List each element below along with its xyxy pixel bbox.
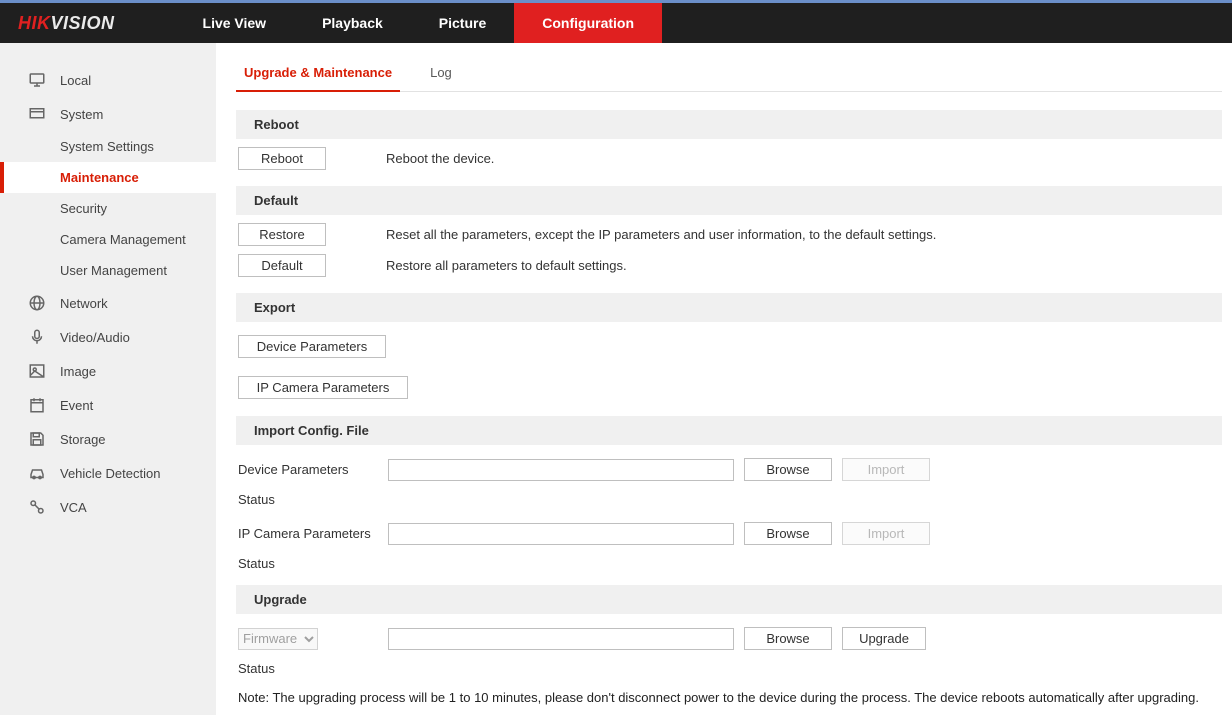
- sidebar-item-vca[interactable]: VCA: [0, 490, 216, 524]
- car-icon: [28, 464, 46, 482]
- section-upgrade-title: Upgrade: [236, 585, 1222, 614]
- sidebar-item-label: Storage: [60, 432, 106, 447]
- sidebar-sub-user-management[interactable]: User Management: [0, 255, 216, 286]
- header: HIK VISION Live View Playback Picture Co…: [0, 3, 1232, 43]
- sidebar-sub-maintenance[interactable]: Maintenance: [0, 162, 216, 193]
- globe-icon: [28, 294, 46, 312]
- import-ipcam-status-label: Status: [236, 550, 1222, 573]
- image-icon: [28, 362, 46, 380]
- sidebar-item-label: Video/Audio: [60, 330, 130, 345]
- nav-playback[interactable]: Playback: [294, 3, 411, 43]
- upgrade-browse-button[interactable]: Browse: [744, 627, 832, 650]
- nav-picture[interactable]: Picture: [411, 3, 514, 43]
- panel: Reboot Reboot Reboot the device. Default…: [236, 110, 1222, 705]
- import-ipcam-import-button[interactable]: Import: [842, 522, 930, 545]
- sidebar-item-image[interactable]: Image: [0, 354, 216, 388]
- section-import-title: Import Config. File: [236, 416, 1222, 445]
- import-device-import-button[interactable]: Import: [842, 458, 930, 481]
- sidebar-item-system[interactable]: System: [0, 97, 216, 131]
- import-ipcam-params-label: IP Camera Parameters: [238, 526, 388, 541]
- upgrade-path-input[interactable]: [388, 628, 734, 650]
- sidebar-item-label: Local: [60, 73, 91, 88]
- reboot-button[interactable]: Reboot: [238, 147, 326, 170]
- logo-part2: VISION: [51, 13, 115, 34]
- tab-upgrade-maintenance[interactable]: Upgrade & Maintenance: [236, 59, 400, 92]
- tabs: Upgrade & Maintenance Log: [236, 59, 1222, 92]
- import-device-browse-button[interactable]: Browse: [744, 458, 832, 481]
- import-ipcam-browse-button[interactable]: Browse: [744, 522, 832, 545]
- sidebar-item-local[interactable]: Local: [0, 63, 216, 97]
- default-button[interactable]: Default: [238, 254, 326, 277]
- export-device-params-button[interactable]: Device Parameters: [238, 335, 386, 358]
- content: Upgrade & Maintenance Log Reboot Reboot …: [216, 43, 1232, 715]
- sidebar-item-label: Vehicle Detection: [60, 466, 160, 481]
- sidebar-item-vehicle-detection[interactable]: Vehicle Detection: [0, 456, 216, 490]
- nav-live-view[interactable]: Live View: [175, 3, 295, 43]
- upgrade-status-label: Status: [236, 655, 1222, 678]
- upgrade-type-select[interactable]: Firmware: [238, 628, 318, 650]
- reboot-desc: Reboot the device.: [386, 151, 494, 166]
- sidebar-item-video-audio[interactable]: Video/Audio: [0, 320, 216, 354]
- sidebar-sub-system-settings[interactable]: System Settings: [0, 131, 216, 162]
- save-icon: [28, 430, 46, 448]
- sidebar-item-event[interactable]: Event: [0, 388, 216, 422]
- sidebar-item-label: VCA: [60, 500, 87, 515]
- sidebar-item-label: Image: [60, 364, 96, 379]
- restore-button[interactable]: Restore: [238, 223, 326, 246]
- mic-icon: [28, 328, 46, 346]
- export-ipcam-params-button[interactable]: IP Camera Parameters: [238, 376, 408, 399]
- section-default-title: Default: [236, 186, 1222, 215]
- nav-configuration[interactable]: Configuration: [514, 3, 662, 43]
- default-desc: Restore all parameters to default settin…: [386, 258, 627, 273]
- top-nav: Live View Playback Picture Configuration: [175, 3, 663, 43]
- logo-part1: HIK: [18, 13, 51, 34]
- restore-desc: Reset all the parameters, except the IP …: [386, 227, 936, 242]
- upgrade-note: Note: The upgrading process will be 1 to…: [236, 678, 1222, 705]
- sidebar: Local System System Settings Maintenance…: [0, 43, 216, 715]
- import-device-status-label: Status: [236, 486, 1222, 509]
- import-device-params-input[interactable]: [388, 459, 734, 481]
- display-icon: [28, 105, 46, 123]
- sidebar-sub-security[interactable]: Security: [0, 193, 216, 224]
- upgrade-button[interactable]: Upgrade: [842, 627, 926, 650]
- sidebar-item-label: Event: [60, 398, 93, 413]
- import-device-params-label: Device Parameters: [238, 462, 388, 477]
- sidebar-item-label: Network: [60, 296, 108, 311]
- import-ipcam-params-input[interactable]: [388, 523, 734, 545]
- nodes-icon: [28, 498, 46, 516]
- sidebar-item-network[interactable]: Network: [0, 286, 216, 320]
- section-reboot-title: Reboot: [236, 110, 1222, 139]
- section-export-title: Export: [236, 293, 1222, 322]
- calendar-icon: [28, 396, 46, 414]
- sidebar-item-label: System: [60, 107, 103, 122]
- sidebar-item-storage[interactable]: Storage: [0, 422, 216, 456]
- sidebar-sub-camera-management[interactable]: Camera Management: [0, 224, 216, 255]
- layout: Local System System Settings Maintenance…: [0, 43, 1232, 715]
- logo: HIK VISION: [18, 13, 115, 34]
- monitor-icon: [28, 71, 46, 89]
- tab-log[interactable]: Log: [422, 59, 460, 91]
